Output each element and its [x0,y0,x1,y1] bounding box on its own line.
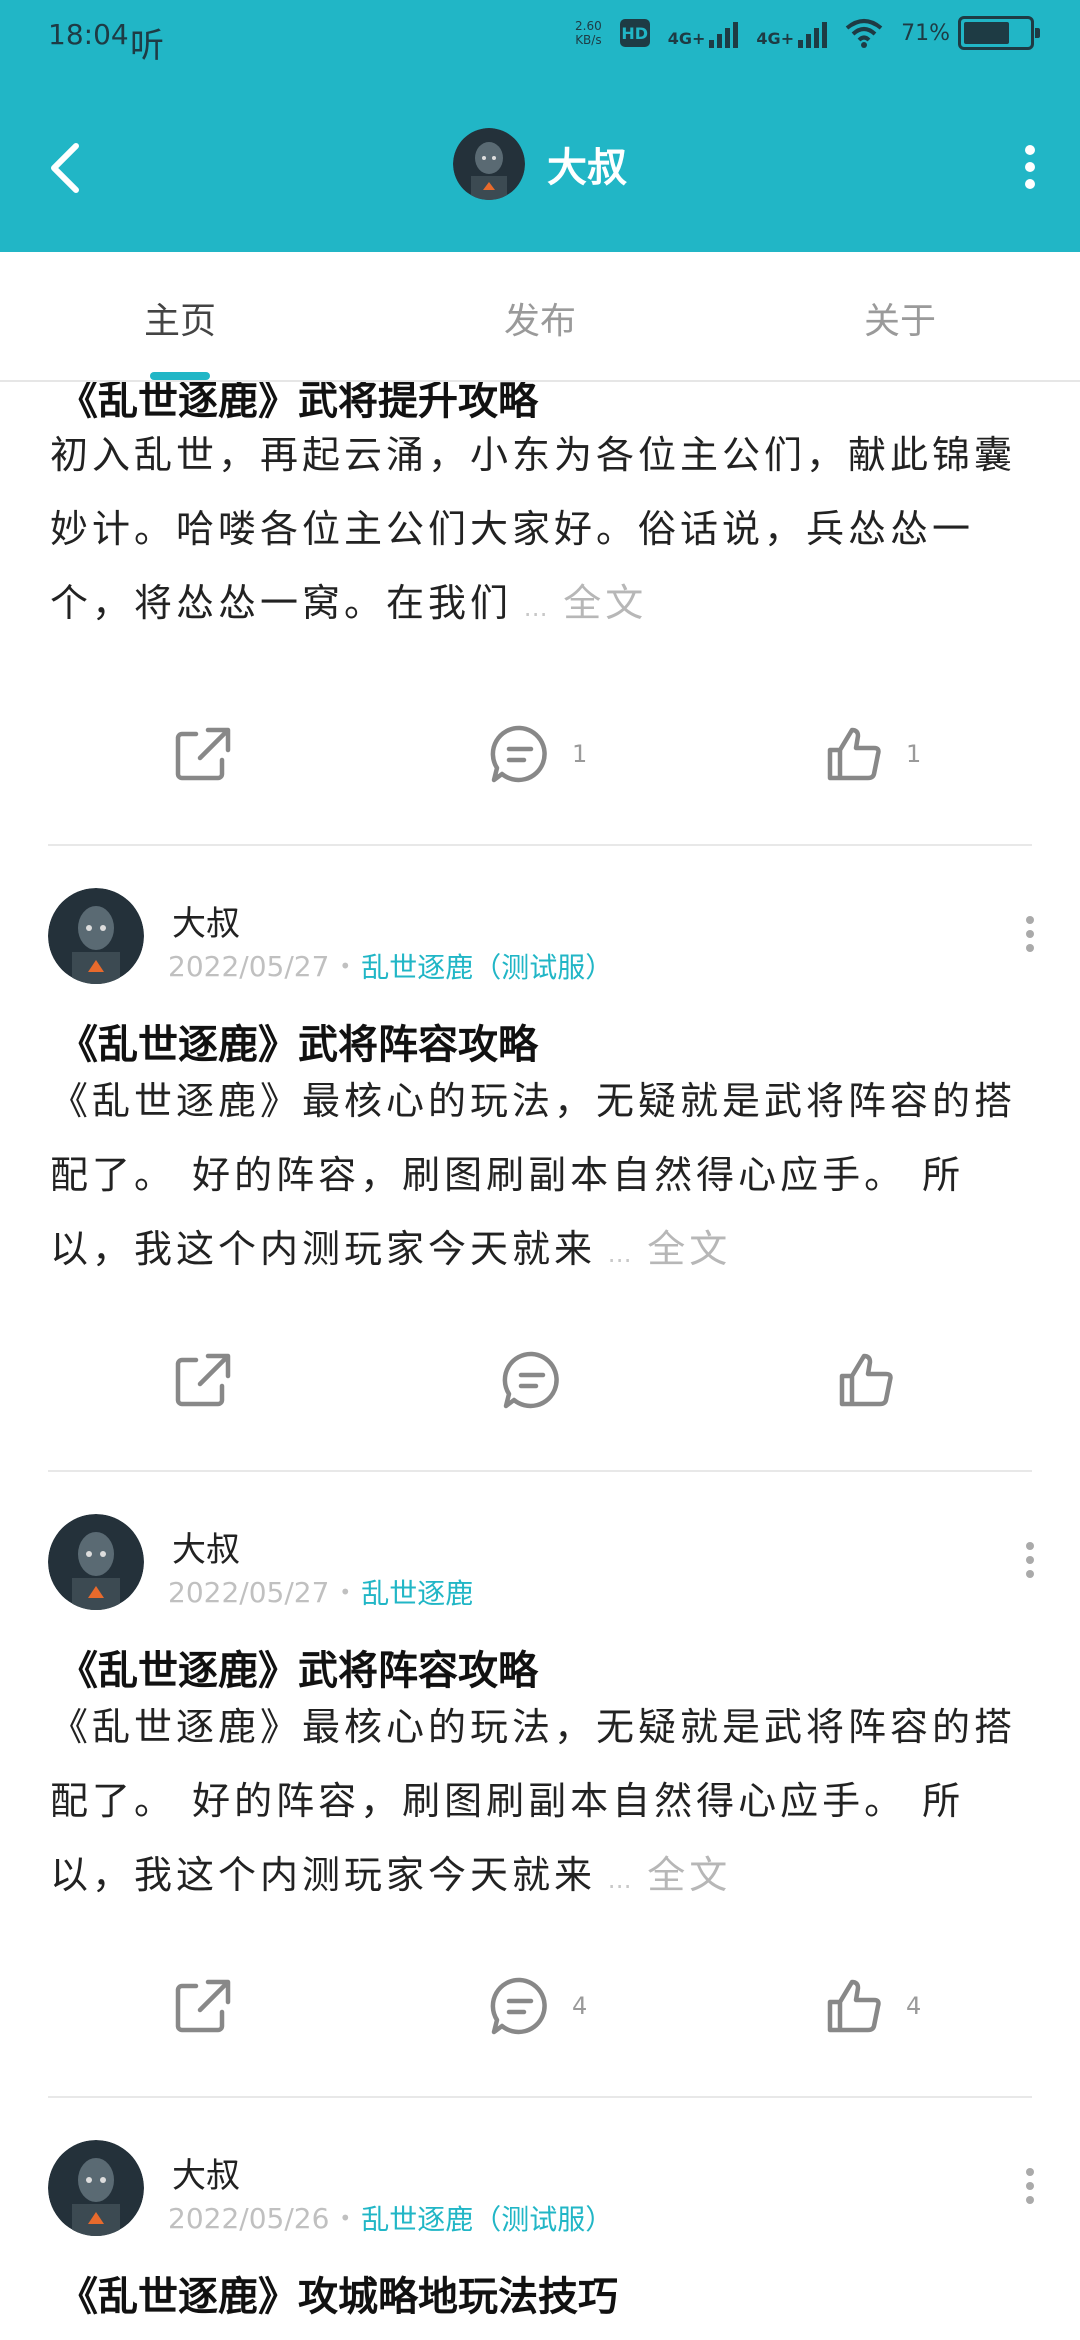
game-tag[interactable]: 乱世逐鹿（测试服） [361,946,613,986]
comment-icon [490,1977,547,2035]
like-button[interactable] [834,1348,918,1412]
listen-icon: 听 [130,26,164,66]
post-title: 《乱世逐鹿》武将阵容攻略 [58,1648,538,1694]
status-bar: 18:04 听 2.60 KB/s HD 4G+ 4G+ 71% [0,0,1080,80]
read-more-link[interactable]: 全文 [647,1227,731,1271]
avatar [453,128,525,200]
divider [48,844,1032,846]
comment-count: 1 [572,740,588,768]
header-title-group: 大叔 [0,128,1080,200]
game-tag[interactable]: 乱世逐鹿（测试服） [361,2198,613,2238]
battery-indicator: 71% [901,16,1040,50]
more-vertical-icon[interactable] [1024,2166,1036,2206]
battery-icon [958,16,1040,50]
author-name: 大叔 [172,1530,240,1570]
post-title: 《乱世逐鹿》攻城略地玩法技巧 [58,2274,618,2320]
post-date: 2022/05/27 [168,1575,330,1609]
share-button[interactable] [170,1348,234,1412]
more-vertical-icon[interactable] [1020,142,1040,192]
more-vertical-icon[interactable] [1024,1540,1036,1580]
comment-icon [502,1351,559,1409]
share-button[interactable] [170,1974,234,2038]
avatar[interactable] [48,888,144,984]
post-meta: 2022/05/26 • 乱世逐鹿（测试服） [168,2198,613,2238]
like-count: 4 [906,1992,922,2020]
post-meta: 2022/05/27 • 乱世逐鹿（测试服） [168,946,613,986]
post-body: 《乱世逐鹿》最核心的玩法，无疑就是武将阵容的搭配了。 好的阵容，刷图刷副本自然得… [50,1705,1017,1897]
share-button[interactable] [170,722,234,786]
post-author[interactable]: 大叔 2022/05/27 • 乱世逐鹿 [48,1514,473,1610]
comment-button[interactable]: 4 [488,1974,587,2038]
post-feed: 《乱世逐鹿》武将提升攻略 初入乱世，再起云涌，小东为各位主公们，献此锦囊妙计。哈… [0,382,1080,2340]
comment-button[interactable] [500,1348,584,1412]
post-author[interactable]: 大叔 2022/05/26 • 乱世逐鹿（测试服） [48,2140,613,2236]
signal-1-icon: 4G+ [668,18,739,48]
share-icon [175,1979,231,2033]
like-button[interactable]: 1 [822,722,921,786]
comment-icon [490,725,547,783]
like-count: 1 [906,740,922,768]
tab-indicator [150,372,210,380]
thumbs-up-icon [839,1353,893,1407]
avatar[interactable] [48,1514,144,1610]
comment-button[interactable]: 1 [488,722,587,786]
post-actions: 4 4 [0,1974,1080,2054]
thumbs-up-icon [827,1979,881,2033]
page-title: 大叔 [547,145,627,191]
share-icon [175,1353,231,1407]
share-icon [175,727,231,781]
divider [48,1470,1032,1472]
post-body: 初入乱世，再起云涌，小东为各位主公们，献此锦囊妙计。哈喽各位主公们大家好。俗话说… [50,433,1017,625]
comment-count: 4 [572,1992,588,2020]
avatar[interactable] [48,2140,144,2236]
game-tag[interactable]: 乱世逐鹿 [361,1572,473,1612]
more-vertical-icon[interactable] [1024,914,1036,954]
signal-2-icon: 4G+ [756,18,828,48]
network-speed: 2.60 KB/s [575,19,602,47]
post-actions [0,1348,1080,1428]
post-author[interactable]: 大叔 2022/05/27 • 乱世逐鹿（测试服） [48,888,613,984]
post-meta: 2022/05/27 • 乱世逐鹿 [168,1572,473,1612]
author-name: 大叔 [172,2156,240,2196]
post-title: 《乱世逐鹿》武将阵容攻略 [58,1022,538,1068]
tab-home[interactable]: 主页 [144,292,216,344]
post-date: 2022/05/26 [168,2201,330,2235]
thumbs-up-icon [827,727,881,781]
tab-bar: 主页 发布 关于 [0,252,1080,382]
read-more-link[interactable]: 全文 [647,1853,731,1897]
read-more-link[interactable]: 全文 [563,581,647,625]
post-actions: 1 1 [0,722,1080,802]
hd-icon: HD [619,19,650,47]
author-name: 大叔 [172,904,240,944]
tab-publish[interactable]: 发布 [504,292,576,344]
app-header: 18:04 听 2.60 KB/s HD 4G+ 4G+ 71% 大叔 [0,0,1080,252]
status-time: 18:04 [48,18,129,51]
post-body: 《乱世逐鹿》最核心的玩法，无疑就是武将阵容的搭配了。 好的阵容，刷图刷副本自然得… [50,1079,1017,1271]
wifi-icon [845,19,883,48]
like-button[interactable]: 4 [822,1974,921,2038]
divider [48,2096,1032,2098]
post-date: 2022/05/27 [168,949,330,983]
tab-about[interactable]: 关于 [864,292,936,344]
